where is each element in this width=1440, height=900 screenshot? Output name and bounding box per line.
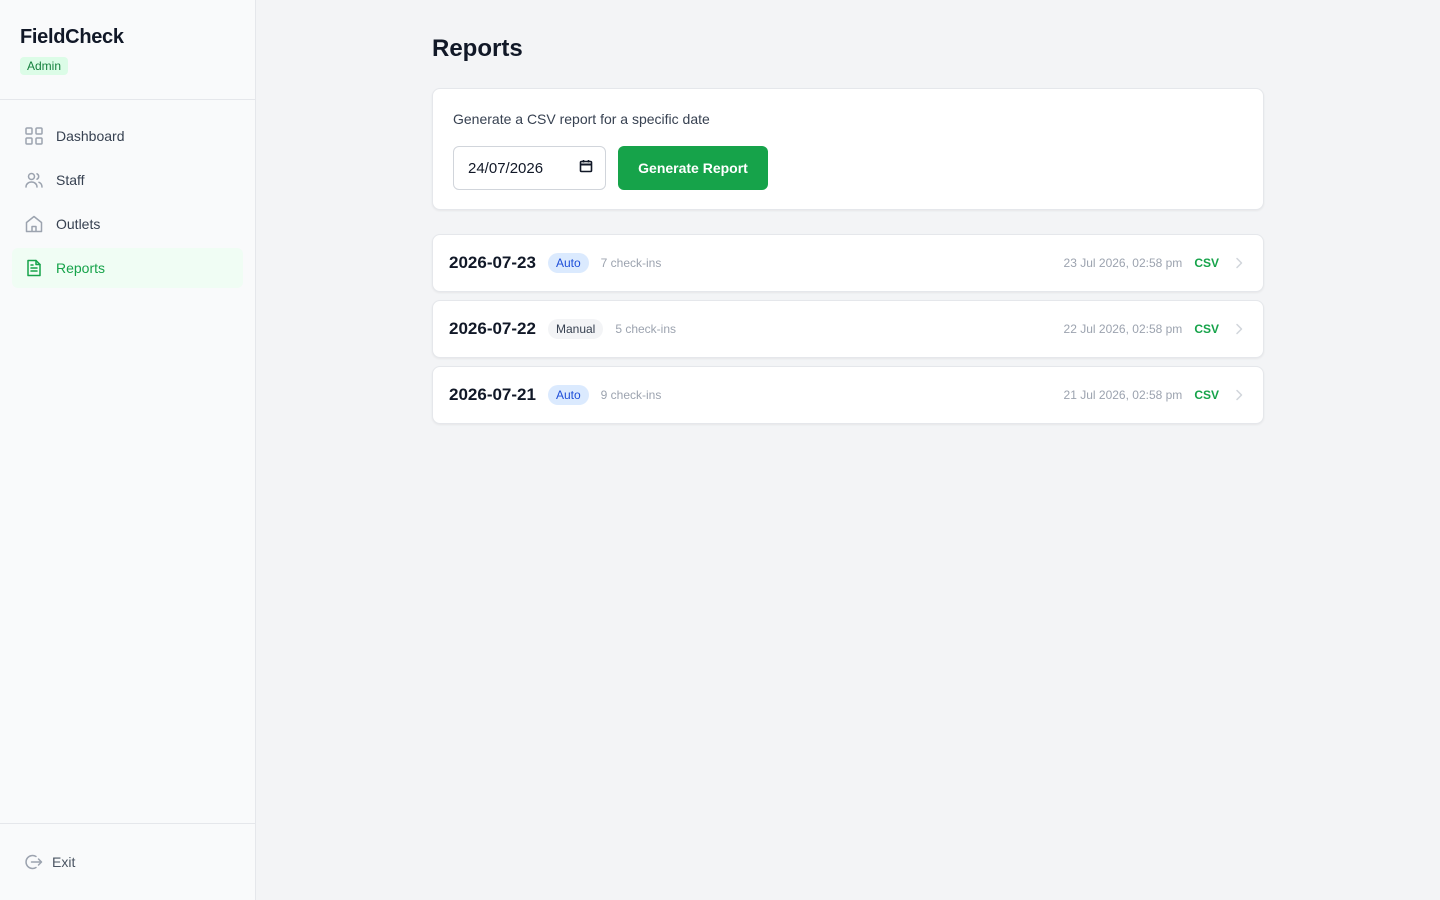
report-type-badge: Manual (547, 319, 604, 339)
store-icon (24, 214, 44, 234)
logout-icon (24, 852, 44, 872)
chevron-right-icon (1231, 321, 1247, 337)
file-text-icon (24, 258, 44, 278)
created-timestamp: 22 Jul 2026, 02:58 pm (1063, 322, 1183, 336)
sidebar-item-reports[interactable]: Reports (12, 248, 243, 288)
exit-button[interactable]: Exit (24, 852, 75, 872)
report-generator-card: Generate a CSV report for a specific dat… (432, 88, 1264, 210)
generator-row: 24/07/2026 Generate Report (453, 146, 1243, 190)
report-row[interactable]: 2026-07-22 Manual 5 check-ins 22 Jul 202… (432, 300, 1264, 358)
report-date: 2026-07-22 (449, 319, 536, 338)
sidebar-item-dashboard[interactable]: Dashboard (12, 116, 243, 156)
role-badge: Admin (20, 57, 69, 75)
report-row[interactable]: 2026-07-23 Auto 7 check-ins 23 Jul 2026,… (432, 234, 1264, 292)
sidebar-item-label: Staff (56, 172, 85, 188)
chevron-right-icon (1231, 255, 1247, 271)
exit-label: Exit (52, 854, 76, 870)
main-content: Reports Generate a CSV report for a spec… (432, 0, 1264, 432)
csv-download-link[interactable]: CSV (1194, 388, 1219, 402)
sidebar-item-label: Reports (56, 260, 106, 276)
generator-label: Generate a CSV report for a specific dat… (453, 111, 710, 127)
date-value: 24/07/2026 (468, 159, 544, 177)
users-icon (24, 170, 44, 190)
csv-download-link[interactable]: CSV (1194, 322, 1219, 336)
checkin-count: 9 check-ins (600, 388, 662, 402)
sidebar-item-label: Outlets (56, 216, 101, 232)
csv-download-link[interactable]: CSV (1194, 256, 1219, 270)
report-date: 2026-07-21 (449, 385, 536, 404)
sidebar: FieldCheck Admin Dashboard Staff Outlets… (0, 0, 256, 900)
sidebar-item-outlets[interactable]: Outlets (12, 204, 243, 244)
sidebar-item-staff[interactable]: Staff (12, 160, 243, 200)
generate-report-button[interactable]: Generate Report (618, 146, 768, 190)
calendar-icon[interactable] (579, 159, 593, 177)
sidebar-item-label: Dashboard (56, 128, 125, 144)
report-type-badge: Auto (547, 253, 589, 273)
checkin-count: 5 check-ins (615, 322, 677, 336)
report-date-input[interactable]: 24/07/2026 (453, 146, 606, 190)
created-timestamp: 23 Jul 2026, 02:58 pm (1063, 256, 1183, 270)
chevron-right-icon (1231, 387, 1247, 403)
sidebar-nav: Dashboard Staff Outlets Reports (0, 100, 255, 308)
report-type-badge: Auto (547, 385, 589, 405)
report-row[interactable]: 2026-07-21 Auto 9 check-ins 21 Jul 2026,… (432, 366, 1264, 424)
sidebar-footer: Exit (0, 823, 255, 900)
report-list: 2026-07-23 Auto 7 check-ins 23 Jul 2026,… (432, 234, 1264, 424)
page-title: Reports (432, 35, 523, 62)
report-date: 2026-07-23 (449, 253, 536, 272)
created-timestamp: 21 Jul 2026, 02:58 pm (1063, 388, 1183, 402)
brand-header: FieldCheck Admin (0, 0, 255, 100)
app-logo-text: FieldCheck (20, 26, 124, 48)
checkin-count: 7 check-ins (600, 256, 662, 270)
grid-icon (24, 126, 44, 146)
